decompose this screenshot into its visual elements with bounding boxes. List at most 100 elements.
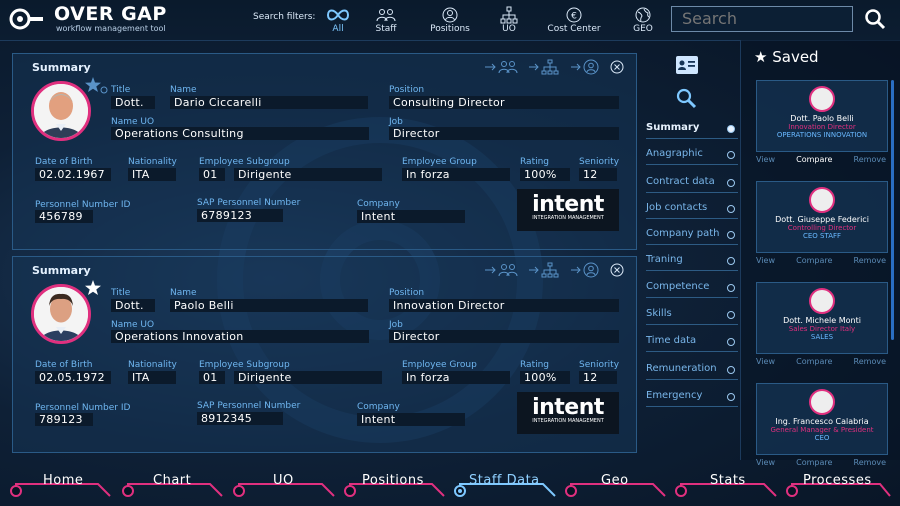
arrow-person-icon[interactable] [570, 59, 600, 75]
tab-processes[interactable]: Processes [803, 473, 872, 488]
side-nav-competence[interactable]: Competence [646, 281, 738, 298]
side-nav-anagraphic[interactable]: Anagraphic [646, 148, 738, 165]
svg-text:€: € [571, 12, 577, 22]
dob-label: Date of Birth [35, 360, 93, 370]
group-label: Employee Group [402, 360, 477, 370]
company-label: Company [357, 199, 400, 209]
arrow-person-icon[interactable] [570, 262, 600, 278]
tab-geo[interactable]: Geo [601, 473, 629, 488]
view-button[interactable]: View [756, 357, 775, 366]
side-nav-summary[interactable]: Summary [646, 122, 738, 139]
seniority-value: 12 [579, 371, 617, 384]
saved-card[interactable]: Dott. Michele Monti Sales Director Italy… [756, 282, 888, 354]
side-nav-job-contacts[interactable]: Job contacts [646, 202, 738, 219]
scrollbar[interactable] [891, 80, 894, 340]
card-title: Summary [32, 264, 91, 277]
side-nav-remuneration[interactable]: Remuneration [646, 363, 738, 380]
radio-dot [727, 284, 735, 292]
close-icon[interactable] [610, 263, 624, 277]
remove-button[interactable]: Remove [854, 256, 886, 265]
search-icon[interactable] [864, 8, 886, 30]
personnel-id-label: Personnel Number ID [35, 403, 131, 413]
logo-sub: INTEGRATION MANAGEMENT [532, 418, 604, 424]
side-nav-skills[interactable]: Skills [646, 308, 738, 325]
filter-cost-center[interactable]: € Cost Center [544, 6, 604, 34]
radio-dot [727, 393, 735, 401]
job-value: Director [389, 330, 619, 343]
id-card-icon[interactable] [675, 55, 699, 75]
subgroup-label: Employee Subgroup [199, 360, 290, 370]
personnel-id-label: Personnel Number ID [35, 200, 131, 210]
subgroup-code: 01 [199, 168, 225, 181]
saved-role: Controlling Director [787, 224, 857, 232]
remove-button[interactable]: Remove [854, 155, 886, 164]
position-label: Position [389, 288, 425, 298]
person-photo [34, 287, 88, 341]
arrow-people-icon[interactable] [484, 60, 518, 74]
search-input[interactable] [672, 7, 852, 28]
side-nav-training[interactable]: Traning [646, 254, 738, 271]
arrow-org-chart-icon[interactable] [528, 59, 560, 75]
tab-stats[interactable]: Stats [710, 473, 746, 488]
filter-uo[interactable]: UO [479, 6, 539, 34]
remove-button[interactable]: Remove [854, 357, 886, 366]
radio-dot [727, 338, 735, 346]
close-icon[interactable] [610, 60, 624, 74]
subgroup-value: Dirigente [234, 168, 382, 181]
company-label: Company [357, 402, 400, 412]
arrow-org-chart-icon[interactable] [528, 262, 560, 278]
position-label: Position [389, 85, 425, 95]
compare-button[interactable]: Compare [796, 256, 832, 265]
sap-value: 8912345 [197, 412, 283, 425]
side-nav-time-data[interactable]: Time data [646, 335, 738, 352]
radio-dot [727, 311, 735, 319]
saved-role: Innovation Director [788, 123, 856, 131]
euro-icon: € [566, 7, 582, 23]
favorite-star-icon[interactable] [85, 77, 109, 95]
side-nav-company-path[interactable]: Company path [646, 228, 738, 245]
radio-dot [727, 179, 735, 187]
saved-dept: SALES [810, 333, 834, 341]
saved-title-text: Saved [772, 48, 819, 66]
seniority-label: Seniority [579, 360, 620, 370]
tab-positions[interactable]: Positions [362, 473, 424, 488]
side-search-icon[interactable] [675, 87, 697, 109]
saved-avatar [809, 187, 835, 213]
side-nav-emergency[interactable]: Emergency [646, 390, 738, 407]
saved-actions: View Compare Remove [756, 155, 886, 164]
side-nav-contract-data[interactable]: Contract data [646, 176, 738, 193]
group-label: Employee Group [402, 157, 477, 167]
people-icon [376, 9, 396, 22]
radio-dot [727, 125, 735, 133]
view-button[interactable]: View [756, 155, 775, 164]
search-box[interactable] [671, 6, 853, 32]
subgroup-code: 01 [199, 371, 225, 384]
saved-role: General Manager & President [770, 426, 874, 434]
filter-positions[interactable]: Positions [420, 6, 480, 34]
rating-value: 100% [520, 371, 570, 384]
view-button[interactable]: View [756, 256, 775, 265]
side-nav-label: Competence [646, 281, 710, 292]
saved-avatar [809, 389, 835, 415]
tab-chart[interactable]: Chart [153, 473, 191, 488]
filter-staff[interactable]: Staff [356, 6, 416, 34]
filter-staff-label: Staff [375, 24, 397, 34]
nationality-value: ITA [128, 168, 176, 181]
side-nav-label: Company path [646, 228, 720, 239]
filter-geo[interactable]: GEO [613, 6, 673, 34]
saved-card[interactable]: Ing. Francesco Calabria General Manager … [756, 383, 888, 455]
compare-button[interactable]: Compare [796, 357, 832, 366]
job-value: Director [389, 127, 619, 140]
avatar [31, 81, 91, 141]
compare-button[interactable]: Compare [796, 155, 832, 164]
logo-word: intent [532, 192, 604, 217]
rating-label: Rating [520, 360, 550, 370]
saved-card[interactable]: Dott. Giuseppe Federici Controlling Dire… [756, 181, 888, 253]
saved-card[interactable]: Dott. Paolo Belli Innovation Director OP… [756, 80, 888, 152]
tab-staff-data[interactable]: Staff Data [469, 473, 540, 488]
saved-dept: CEO STAFF [802, 232, 842, 240]
favorite-star-icon[interactable] [85, 280, 109, 298]
tab-home[interactable]: Home [43, 473, 83, 488]
arrow-people-icon[interactable] [484, 263, 518, 277]
tab-uo[interactable]: UO [273, 473, 294, 488]
